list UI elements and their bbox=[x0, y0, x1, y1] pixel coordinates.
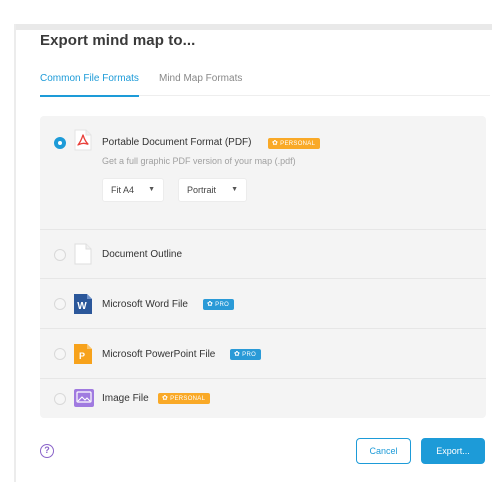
image-icon bbox=[74, 389, 94, 412]
svg-text:W: W bbox=[77, 301, 87, 312]
orientation-select[interactable]: Portrait ▼ bbox=[178, 178, 247, 202]
badge-text: PRO bbox=[215, 302, 230, 308]
svg-text:P: P bbox=[79, 351, 85, 361]
chevron-down-icon: ▼ bbox=[148, 186, 155, 193]
orientation-value: Portrait bbox=[187, 185, 217, 195]
option-word[interactable]: W Microsoft Word File ✿ PRO bbox=[40, 278, 486, 328]
document-icon bbox=[74, 243, 92, 270]
radio-word[interactable] bbox=[54, 298, 66, 310]
radio-image[interactable] bbox=[54, 393, 66, 405]
pdf-icon bbox=[74, 129, 92, 156]
export-dialog: Export mind map to... Common File Format… bbox=[16, 30, 492, 482]
option-label: Portable Document Format (PDF) bbox=[102, 137, 252, 148]
tab-common-file-formats[interactable]: Common File Formats bbox=[40, 72, 139, 97]
personal-badge: ✿ PERSONAL bbox=[158, 393, 211, 404]
option-document-outline[interactable]: Document Outline bbox=[40, 229, 486, 278]
option-description: Get a full graphic PDF version of your m… bbox=[102, 156, 296, 166]
radio-pdf[interactable] bbox=[54, 137, 66, 149]
word-icon: W bbox=[74, 294, 92, 319]
option-label: Document Outline bbox=[102, 249, 183, 260]
option-powerpoint[interactable]: P Microsoft PowerPoint File ✿ PRO bbox=[40, 328, 486, 378]
star-icon: ✿ bbox=[272, 140, 279, 147]
radio-document-outline[interactable] bbox=[54, 249, 66, 261]
help-icon[interactable]: ? bbox=[40, 444, 54, 458]
option-pdf[interactable]: Portable Document Format (PDF) ✿ PERSONAL… bbox=[40, 116, 486, 229]
page-size-select[interactable]: Fit A4 ▼ bbox=[102, 178, 164, 202]
format-tabs: Common File Formats Mind Map Formats bbox=[40, 72, 490, 97]
export-button[interactable]: Export... bbox=[421, 438, 485, 464]
badge-text: PRO bbox=[242, 352, 257, 358]
option-image[interactable]: Image File ✿ PERSONAL bbox=[40, 378, 486, 418]
star-icon: ✿ bbox=[207, 301, 214, 308]
powerpoint-icon: P bbox=[74, 344, 92, 369]
export-options-list: Portable Document Format (PDF) ✿ PERSONAL… bbox=[40, 116, 486, 418]
personal-badge: ✿ PERSONAL bbox=[268, 138, 321, 149]
pro-badge: ✿ PRO bbox=[230, 349, 262, 360]
option-label: Microsoft PowerPoint File bbox=[102, 349, 216, 360]
dialog-title: Export mind map to... bbox=[40, 32, 196, 49]
option-label: Microsoft Word File bbox=[102, 299, 188, 310]
tab-mind-map-formats[interactable]: Mind Map Formats bbox=[159, 72, 242, 96]
option-label: Image File bbox=[102, 393, 149, 404]
chevron-down-icon: ▼ bbox=[231, 186, 238, 193]
star-icon: ✿ bbox=[162, 395, 169, 402]
star-icon: ✿ bbox=[234, 351, 241, 358]
page-size-value: Fit A4 bbox=[111, 185, 135, 195]
pro-badge: ✿ PRO bbox=[203, 299, 235, 310]
badge-text: PERSONAL bbox=[280, 141, 316, 147]
radio-powerpoint[interactable] bbox=[54, 348, 66, 360]
cancel-button[interactable]: Cancel bbox=[356, 438, 411, 464]
badge-text: PERSONAL bbox=[170, 396, 206, 402]
